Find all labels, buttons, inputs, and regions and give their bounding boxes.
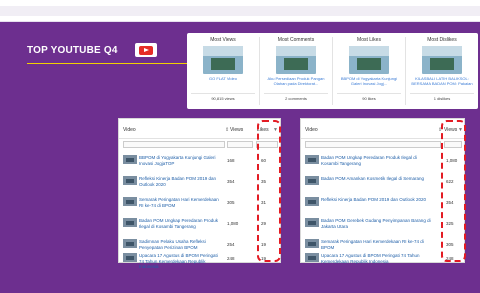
video-title-link[interactable]: Badan POM Amankan Kosmetik Ilegal di Sem… [321,176,435,182]
card-most-dislikes[interactable]: Most Dislikes KILASBALI LATIH BALIKSOL: … [406,35,478,107]
table-row[interactable]: Refleksi Kinerja Badan POM 2019 dan Outl… [119,172,280,192]
views-column-highlight [441,120,466,262]
video-thumbnail[interactable] [123,239,137,248]
video-thumbnail[interactable] [305,176,319,185]
video-title-link[interactable]: Refleksi Kinerja Badan POM 2019 dan Outl… [321,197,435,203]
video-title-link[interactable]: Badan POM Gerebek Gudang Penyimpanan Bar… [321,218,435,229]
card-caption[interactable]: BBPOM di Yogyakarta Kunjungi Galeri Inov… [333,76,405,86]
card-title: Most Dislikes [427,37,457,43]
card-divider [191,93,255,94]
card-title: Most Likes [357,37,381,43]
card-caption[interactable]: KILASBALI LATIH BALIKSOL: BERSAMA BADAN … [406,76,478,86]
table-header: Video ⇕ Views ▼ [301,119,464,139]
views-value: 354 [227,179,235,184]
video-title-link[interactable]: BBPOM di Yogyakarta Kunjungi Galeri Inov… [139,155,223,166]
video-title-link[interactable]: Semarak Peringatan Hari Kemerdekaan RI k… [139,197,223,208]
column-header-views[interactable]: Views [230,127,243,133]
video-thumbnail[interactable] [276,46,316,74]
column-header-video[interactable]: Video [305,127,318,133]
video-thumbnail[interactable] [123,218,137,227]
section-title: TOP YOUTUBE Q4 [27,45,118,56]
video-thumbnail[interactable] [123,155,137,164]
sort-icon[interactable]: ⇕ [225,127,229,133]
filter-input-views[interactable] [227,141,253,148]
video-thumbnail[interactable] [305,218,319,227]
card-most-comments[interactable]: Most Comments Aku Persediaan Produk Pang… [260,35,332,107]
video-title-link[interactable]: Upacara 17 Agustus di BPOM Peringati 74 … [139,253,223,270]
table-row[interactable]: Badan POM Ungkap Peredaran Produk Ilegal… [301,151,464,171]
card-stat: 1 dislikes [433,96,451,101]
youtube-icon [135,43,157,57]
video-thumbnail[interactable] [123,253,137,262]
likes-column-highlight [257,120,281,262]
play-icon [139,45,153,55]
views-value: 305 [227,200,235,205]
video-thumbnail[interactable] [305,253,319,262]
card-title: Most Views [210,37,236,43]
card-stat: 90 likes [362,96,376,101]
table-row[interactable]: Upacara 17 Agustus di BPOM Peringati 74 … [301,249,464,269]
video-title-link[interactable]: Badan POM Ungkap Peredaran Produk Ilegal… [321,155,435,166]
table-row[interactable]: Badan POM Ungkap Peredaran Produk Ilegal… [119,214,280,234]
filter-input-video[interactable] [123,141,225,148]
video-thumbnail[interactable] [123,197,137,206]
card-stat: 2 comments [285,96,307,101]
column-header-video[interactable]: Video [123,127,136,133]
card-divider [337,93,401,94]
video-title-link[interactable]: Badan POM Ungkap Peredaran Produk Ilegal… [139,218,223,229]
table-row[interactable]: BBPOM di Yogyakarta Kunjungi Galeri Inov… [119,151,280,171]
video-thumbnail[interactable] [305,197,319,206]
video-thumbnail[interactable] [349,46,389,74]
card-divider [264,93,328,94]
video-title-link[interactable]: Upacara 17 Agustus di BPOM Peringati 74 … [321,253,435,264]
card-title: Most Comments [277,37,315,43]
table-header: Video ⇕ Views Likes ▼ [119,119,280,139]
video-thumbnail[interactable] [305,239,319,248]
video-title-link[interactable]: Refleksi Kinerja Badan POM 2019 dan Outl… [139,176,223,187]
card-divider [410,93,474,94]
views-value: 254 [227,242,235,247]
card-caption[interactable]: Aku Persediaan Produk Pangan Olahan pada… [260,76,332,86]
views-value: 1,080 [227,221,239,226]
video-thumbnail[interactable] [305,155,319,164]
table-row[interactable]: Upacara 17 Agustus di BPOM Peringati 74 … [119,249,280,269]
table-row[interactable]: Badan POM Gerebek Gudang Penyimpanan Bar… [301,214,464,234]
card-caption[interactable]: GO FLAT Video [187,76,259,86]
table-row[interactable]: Badan POM Amankan Kosmetik Ilegal di Sem… [301,172,464,192]
card-most-likes[interactable]: Most Likes BBPOM di Yogyakarta Kunjungi … [333,35,405,107]
table-row[interactable]: Semarak Peringatan Hari Kemerdekaan RI k… [119,193,280,213]
top-bar [0,0,480,22]
views-value: 248 [227,256,235,261]
table-row[interactable]: Refleksi Kinerja Badan POM 2019 dan Outl… [301,193,464,213]
card-stat: 90,815 views [211,96,235,101]
card-most-views[interactable]: Most Views GO FLAT Video 90,815 views [187,35,259,107]
title-underline [27,63,187,64]
video-thumbnail[interactable] [203,46,243,74]
filter-input-video[interactable] [305,141,441,148]
video-thumbnail[interactable] [422,46,462,74]
top-bar-strip [0,6,480,16]
views-value: 168 [227,158,235,163]
video-thumbnail[interactable] [123,176,137,185]
top-stats-cards: Most Views GO FLAT Video 90,815 views Mo… [187,33,478,109]
